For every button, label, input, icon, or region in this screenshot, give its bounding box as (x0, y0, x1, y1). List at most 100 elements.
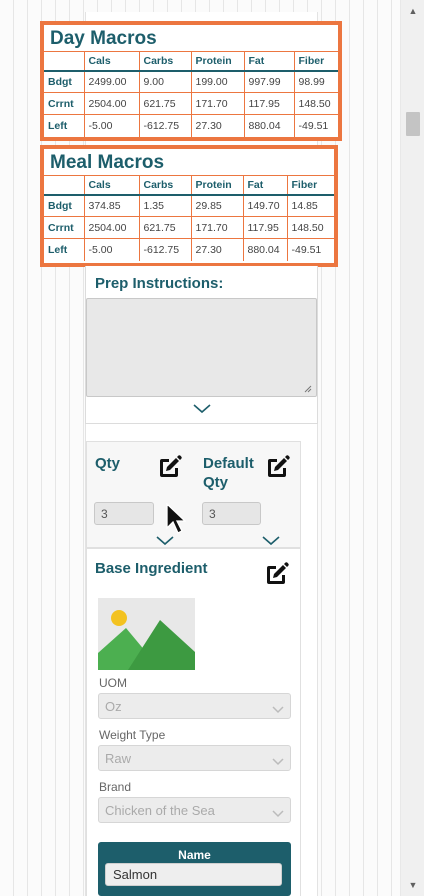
table-cell: 27.30 (190, 114, 245, 137)
column-header-cals: Cals (83, 51, 140, 72)
meal-macros-title: Meal Macros (50, 152, 165, 173)
base-ingredient-label: Base Ingredient (95, 560, 208, 577)
table-cell: 171.70 (190, 216, 244, 239)
scroll-down-arrow-icon[interactable]: ▼ (401, 874, 424, 896)
chevron-down-icon (272, 702, 284, 714)
table-cell: 9.00 (138, 70, 192, 93)
table-header-row: Cals Carbs Protein Fat Fiber (44, 51, 338, 72)
edit-qty-icon[interactable] (157, 454, 183, 480)
brand-select[interactable]: Chicken of the Sea (98, 797, 291, 823)
day-macros-panel: Day Macros Cals Carbs Protein Fat Fiber … (40, 21, 342, 141)
column-header (44, 51, 85, 72)
uom-select[interactable]: Oz (98, 693, 291, 719)
table-cell: 374.85 (83, 194, 140, 217)
column-header-fiber: Fiber (286, 175, 334, 196)
row-label: Left (44, 238, 85, 261)
table-cell: 29.85 (190, 194, 244, 217)
row-label: Left (44, 114, 85, 137)
weight-type-select-value: Raw (105, 751, 132, 766)
cursor-arrow-icon (166, 502, 187, 537)
table-cell: 27.30 (190, 238, 244, 261)
chevron-down-icon (272, 806, 284, 818)
table-cell: 2504.00 (83, 216, 140, 239)
table-header-row: Cals Carbs Protein Fat Fiber (44, 175, 334, 196)
table-cell: -612.75 (138, 114, 192, 137)
row-label: Bdgt (44, 70, 85, 93)
quantity-card: Qty Default Qty (86, 441, 301, 548)
name-field-group: Name (98, 842, 291, 896)
table-cell: -5.00 (83, 238, 140, 261)
name-header: Name (178, 848, 211, 862)
image-placeholder-icon (98, 598, 195, 670)
column-header-fat: Fat (242, 175, 288, 196)
table-cell: 2504.00 (83, 92, 140, 115)
row-label: Crrnt (44, 216, 85, 239)
qty-input[interactable] (94, 502, 154, 525)
table-row: Crrnt 2504.00 621.75 171.70 117.95 148.5… (44, 216, 334, 239)
row-label: Bdgt (44, 194, 85, 217)
prep-instructions-textarea[interactable] (86, 298, 317, 397)
scroll-thumb[interactable] (406, 112, 420, 136)
column-header-carbs: Carbs (138, 51, 192, 72)
table-cell: 117.95 (242, 216, 288, 239)
chevron-down-icon (272, 754, 284, 766)
column-header-protein: Protein (190, 175, 244, 196)
table-cell: 2499.00 (83, 70, 140, 93)
chevron-down-icon[interactable] (193, 404, 211, 414)
meal-macros-panel: Meal Macros Cals Carbs Protein Fat Fiber… (40, 145, 338, 267)
table-cell: -49.51 (286, 238, 334, 261)
meal-macros-table: Cals Carbs Protein Fat Fiber Bdgt 374.85… (44, 175, 334, 261)
table-row: Bdgt 374.85 1.35 29.85 149.70 14.85 (44, 194, 334, 217)
edit-base-ingredient-icon[interactable] (264, 561, 290, 587)
table-cell: 621.75 (138, 216, 192, 239)
resize-grip-icon[interactable] (303, 384, 312, 393)
table-cell: 880.04 (242, 238, 288, 261)
default-qty-input[interactable] (202, 502, 261, 525)
column-header-fiber: Fiber (293, 51, 338, 72)
column-header-cals: Cals (83, 175, 140, 196)
prep-instructions-label: Prep Instructions: (95, 275, 224, 292)
chevron-down-icon[interactable] (156, 536, 174, 546)
table-cell: 880.04 (243, 114, 295, 137)
edit-default-qty-icon[interactable] (265, 454, 291, 480)
prep-instructions-card: Prep Instructions: (85, 266, 318, 424)
table-cell: 621.75 (138, 92, 192, 115)
row-label: Crrnt (44, 92, 85, 115)
table-cell: 14.85 (286, 194, 334, 217)
column-header-protein: Protein (190, 51, 245, 72)
weight-type-label: Weight Type (99, 728, 166, 742)
table-cell: 117.95 (243, 92, 295, 115)
default-qty-label-line1: Default (203, 455, 254, 472)
table-row: Left -5.00 -612.75 27.30 880.04 -49.51 (44, 238, 334, 261)
day-macros-title: Day Macros (50, 28, 157, 49)
table-cell: 1.35 (138, 194, 192, 217)
day-macros-table: Cals Carbs Protein Fat Fiber Bdgt 2499.0… (44, 51, 338, 137)
chevron-down-icon[interactable] (262, 536, 280, 546)
column-header (44, 175, 85, 196)
uom-label: UOM (99, 676, 127, 690)
table-cell: 98.99 (293, 70, 338, 93)
scroll-up-arrow-icon[interactable]: ▲ (401, 0, 424, 22)
table-cell: 149.70 (242, 194, 288, 217)
brand-label: Brand (99, 780, 132, 794)
table-cell: 148.50 (293, 92, 338, 115)
table-cell: 148.50 (286, 216, 334, 239)
qty-label: Qty (95, 455, 121, 472)
brand-select-value: Chicken of the Sea (105, 803, 215, 818)
table-cell: -49.51 (293, 114, 338, 137)
default-qty-label: Default Qty (203, 454, 254, 492)
table-cell: 997.99 (243, 70, 295, 93)
table-row: Bdgt 2499.00 9.00 199.00 997.99 98.99 (44, 70, 338, 93)
table-row: Left -5.00 -612.75 27.30 880.04 -49.51 (44, 114, 338, 137)
base-ingredient-card: Base Ingredient UOM Oz Weight Type Raw B… (86, 548, 301, 896)
vertical-scrollbar[interactable]: ▲ ▼ (400, 0, 424, 896)
table-cell: 199.00 (190, 70, 245, 93)
default-qty-label-line2: Qty (203, 474, 229, 491)
column-header-carbs: Carbs (138, 175, 192, 196)
table-cell: -612.75 (138, 238, 192, 261)
uom-select-value: Oz (105, 699, 122, 714)
weight-type-select[interactable]: Raw (98, 745, 291, 771)
name-input[interactable] (105, 863, 282, 886)
table-row: Crrnt 2504.00 621.75 171.70 117.95 148.5… (44, 92, 338, 115)
column-header-fat: Fat (243, 51, 295, 72)
